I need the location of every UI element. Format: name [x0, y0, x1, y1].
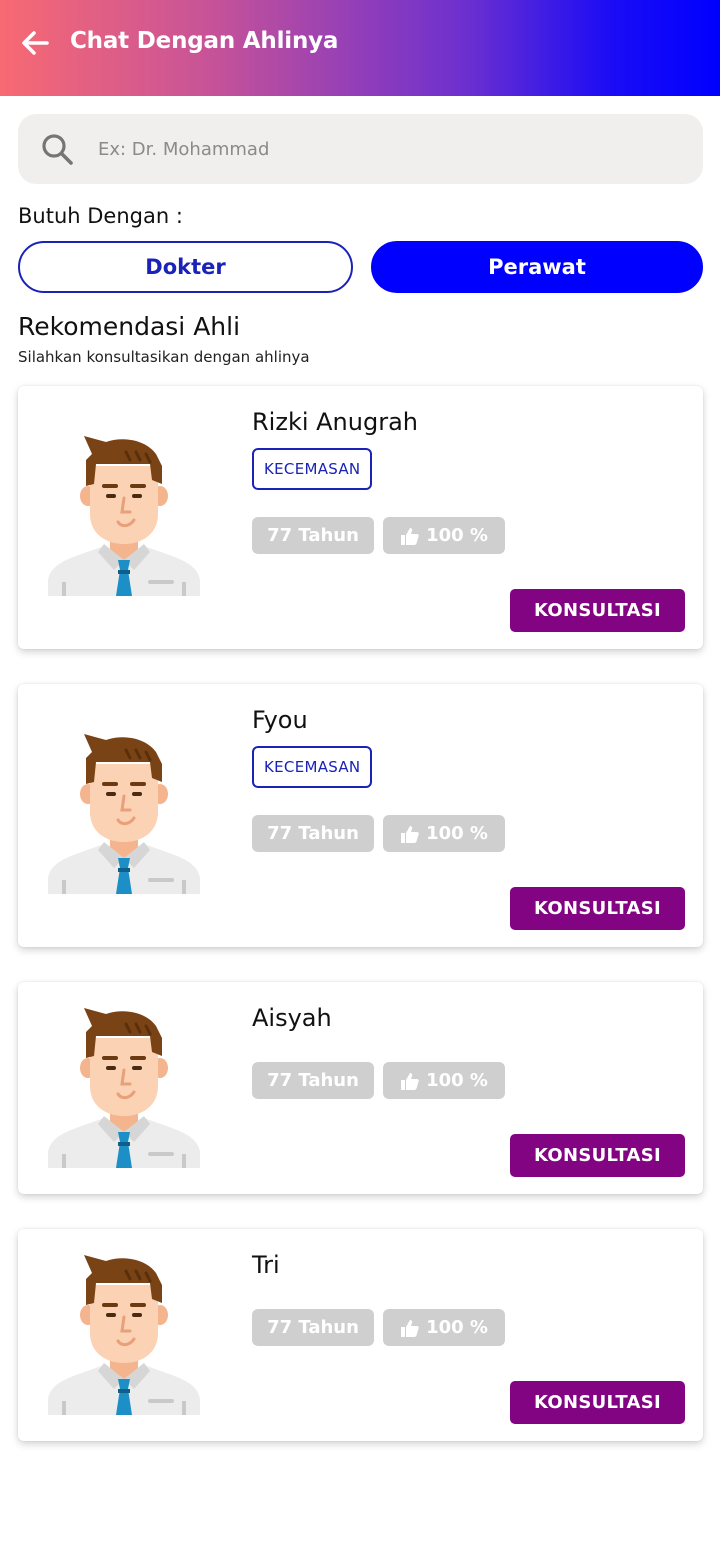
search-icon — [42, 134, 73, 165]
page-title: Chat Dengan Ahlinya — [70, 28, 339, 54]
age-chip: 77 Tahun — [252, 815, 374, 852]
expert-card: Aisyah 77 Tahun 100 % KONSULTASI — [18, 982, 703, 1194]
filter-dokter-button[interactable]: Dokter — [18, 241, 353, 293]
expert-card: Rizki Anugrah KECEMASAN 77 Tahun 100 % K… — [18, 386, 703, 649]
doctor-avatar-icon — [46, 732, 202, 894]
thumbs-up-icon — [401, 825, 419, 843]
rating-label: 100 % — [426, 1070, 488, 1091]
rating-label: 100 % — [426, 525, 488, 546]
age-chip: 77 Tahun — [252, 517, 374, 554]
expert-name: Aisyah — [252, 1004, 332, 1032]
thumbs-up-icon — [401, 1072, 419, 1090]
konsultasi-button[interactable]: KONSULTASI — [510, 887, 685, 930]
age-label: 77 Tahun — [267, 823, 359, 844]
expert-name: Tri — [252, 1251, 280, 1279]
rating-label: 100 % — [426, 823, 488, 844]
expert-name: Fyou — [252, 706, 308, 734]
search-bar — [18, 114, 703, 184]
konsultasi-button[interactable]: KONSULTASI — [510, 589, 685, 632]
thumbs-up-icon — [401, 1319, 419, 1337]
doctor-avatar-icon — [46, 434, 202, 596]
app-bar: Chat Dengan Ahlinya — [0, 0, 720, 96]
age-label: 77 Tahun — [267, 1070, 359, 1091]
back-button[interactable] — [18, 26, 52, 60]
doctor-avatar-icon — [46, 1006, 202, 1168]
arrow-left-icon — [22, 31, 49, 55]
rating-chip: 100 % — [383, 815, 505, 852]
specialty-tag: KECEMASAN — [252, 448, 373, 490]
age-chip: 77 Tahun — [252, 1309, 374, 1346]
specialty-tag: KECEMASAN — [252, 746, 373, 788]
age-chip: 77 Tahun — [252, 1062, 374, 1099]
rating-chip: 100 % — [383, 1309, 505, 1346]
section-subtitle: Silahkan konsultasikan dengan ahlinya — [18, 348, 310, 366]
rating-label: 100 % — [426, 1317, 488, 1338]
rating-chip: 100 % — [383, 517, 505, 554]
rating-chip: 100 % — [383, 1062, 505, 1099]
section-title: Rekomendasi Ahli — [18, 312, 241, 341]
search-input[interactable] — [98, 114, 678, 184]
filter-perawat-button[interactable]: Perawat — [371, 241, 703, 293]
expert-name: Rizki Anugrah — [252, 408, 418, 436]
expert-card: Fyou KECEMASAN 77 Tahun 100 % KONSULTASI — [18, 684, 703, 947]
filter-label: Butuh Dengan : — [18, 204, 183, 228]
konsultasi-button[interactable]: KONSULTASI — [510, 1381, 685, 1424]
age-label: 77 Tahun — [267, 1317, 359, 1338]
expert-card: Tri 77 Tahun 100 % KONSULTASI — [18, 1229, 703, 1441]
konsultasi-button[interactable]: KONSULTASI — [510, 1134, 685, 1177]
doctor-avatar-icon — [46, 1253, 202, 1415]
age-label: 77 Tahun — [267, 525, 359, 546]
thumbs-up-icon — [401, 527, 419, 545]
